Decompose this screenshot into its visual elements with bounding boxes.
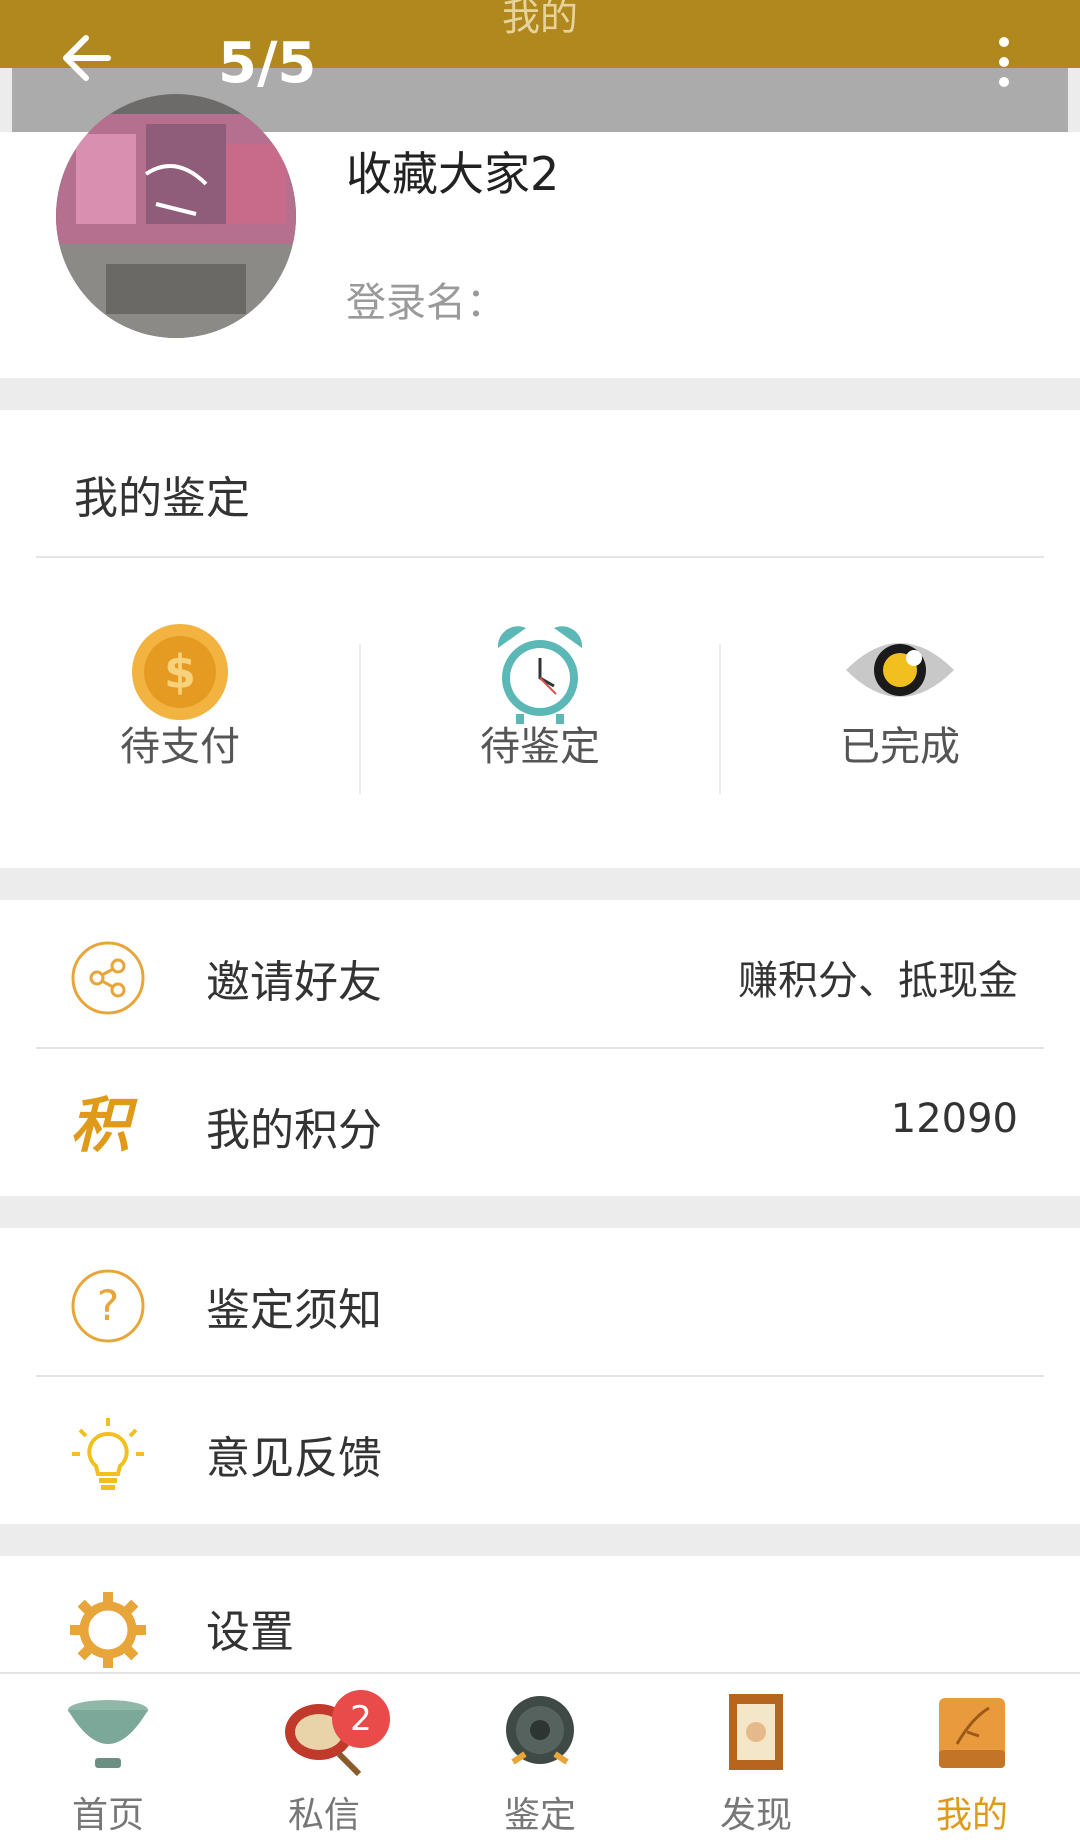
app-bar: 我的 [0,0,1080,68]
svg-text:$: $ [164,645,196,699]
invite-friends-row[interactable]: 邀请好友 赚积分、抵现金 [0,900,1080,1048]
unread-badge: 2 [332,1690,390,1748]
scroll-frame-icon [711,1688,801,1778]
points-value: 12090 [890,1096,1018,1142]
login-name-label: 登录名： [346,280,506,326]
tab-home[interactable]: 首页 [0,1674,216,1842]
row-label: 设置 [206,1607,294,1658]
more-options-icon[interactable] [984,32,1024,92]
question-icon: ? [70,1268,146,1344]
help-section: ? 鉴定须知 意见反馈 [0,1228,1080,1524]
status-label: 待鉴定 [480,724,600,770]
my-appraisal-section: 我的鉴定 $ 待支付 待鉴定 已完成 [0,410,1080,868]
eye-icon [844,630,956,714]
tab-appraisal[interactable]: 鉴定 [432,1674,648,1842]
bottom-navigation: 首页 2 私信 鉴定 发现 我的 [0,1672,1080,1842]
avatar[interactable] [56,94,296,338]
status-completed[interactable]: 已完成 [720,594,1080,794]
tab-discover[interactable]: 发现 [648,1674,864,1842]
tab-label: 鉴定 [503,1795,576,1836]
tab-label: 首页 [71,1795,144,1836]
share-icon [70,940,146,1016]
divider [36,556,1044,558]
back-arrow-icon[interactable] [58,30,114,86]
app-bar-title: 我的 [501,0,578,39]
tab-label: 我的 [935,1795,1008,1836]
settings-section: 设置 [0,1556,1080,1672]
bowl-icon [63,1688,153,1778]
gear-icon [70,1592,146,1668]
dollar-coin-icon: $ [130,622,230,726]
status-label: 已完成 [840,724,960,770]
bronze-mirror-icon [495,1688,585,1778]
image-counter: 5/5 [218,31,317,96]
bamboo-book-icon [927,1688,1017,1778]
tab-mine[interactable]: 我的 [864,1674,1080,1842]
svg-text:?: ? [97,1281,119,1330]
tab-label: 发现 [719,1795,792,1836]
row-label: 鉴定须知 [206,1285,382,1336]
my-points-row[interactable]: 积 我的积分 12090 [0,1048,1080,1196]
section-title: 我的鉴定 [74,473,250,524]
row-label: 我的积分 [206,1105,382,1156]
points-icon: 积 [70,1091,130,1161]
invite-points-section: 邀请好友 赚积分、抵现金 积 我的积分 12090 [0,900,1080,1196]
row-label: 意见反馈 [206,1433,382,1484]
tab-messages[interactable]: 2 私信 [216,1674,432,1842]
lightbulb-icon [70,1416,146,1492]
settings-row[interactable]: 设置 [0,1556,1080,1672]
appraisal-notice-row[interactable]: ? 鉴定须知 [0,1228,1080,1376]
row-value: 赚积分、抵现金 [738,958,1018,1004]
status-pending-appraisal[interactable]: 待鉴定 [360,594,720,794]
user-nickname: 收藏大家2 [346,147,560,201]
feedback-row[interactable]: 意见反馈 [0,1376,1080,1524]
status-label: 待支付 [120,724,240,770]
tab-label: 私信 [287,1795,360,1836]
status-pending-payment[interactable]: $ 待支付 [0,594,360,794]
row-label: 邀请好友 [206,957,382,1008]
